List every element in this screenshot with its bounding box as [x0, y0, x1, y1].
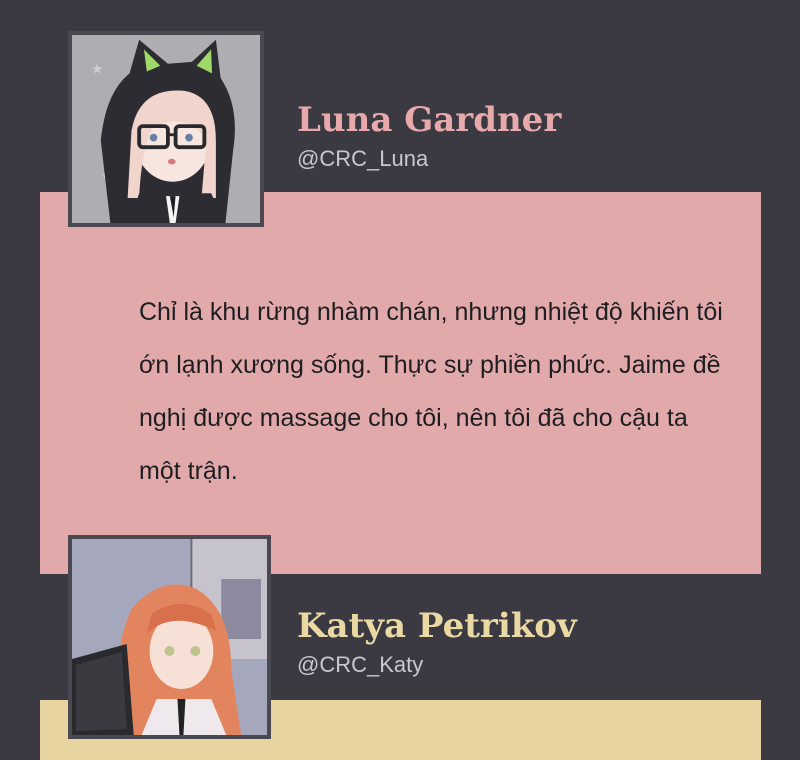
message-text-luna: Chỉ là khu rừng nhàm chán, nhưng nhiệt đ… — [139, 298, 723, 485]
avatar-luna-image: ★ ★ ★ — [72, 35, 260, 223]
avatar-luna[interactable]: ★ ★ ★ — [68, 31, 264, 227]
svg-text:★: ★ — [91, 62, 103, 77]
avatar-katya-image — [72, 539, 267, 735]
author-handle-luna[interactable]: @CRC_Luna — [297, 146, 428, 172]
author-name-katya[interactable]: Katya Petrikov — [297, 606, 577, 646]
author-name-luna[interactable]: Luna Gardner — [297, 100, 561, 140]
avatar-katya[interactable] — [68, 535, 271, 739]
author-handle-katya[interactable]: @CRC_Katy — [297, 652, 423, 678]
